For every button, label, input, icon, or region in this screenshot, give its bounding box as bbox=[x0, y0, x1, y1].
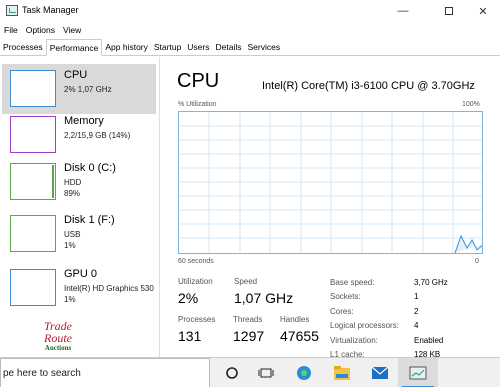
tab-performance[interactable]: Performance bbox=[45, 39, 103, 56]
speed-label: Speed bbox=[234, 277, 258, 286]
logical-processors-label: Logical processors: bbox=[330, 321, 399, 330]
sidebar-item-label: Disk 0 (C:) bbox=[64, 162, 116, 174]
sidebar-item-label: CPU bbox=[64, 69, 88, 81]
edge-browser-icon[interactable] bbox=[294, 363, 314, 383]
tab-services[interactable]: Services bbox=[244, 39, 283, 56]
graph-grid bbox=[179, 112, 482, 253]
sidebar-item-detail: Intel(R) HD Graphics 530 bbox=[64, 284, 154, 293]
processes-value: 131 bbox=[178, 328, 202, 344]
cpu-utilization-graph bbox=[178, 111, 483, 254]
graph-axis-label: % Utilization bbox=[178, 101, 217, 108]
window-title: Task Manager bbox=[22, 5, 79, 15]
task-manager-app-icon bbox=[6, 5, 18, 16]
logo-line-3: Auctions bbox=[44, 344, 72, 352]
sidebar-item-gpu0[interactable]: GPU 0 Intel(R) HD Graphics 530 1% bbox=[2, 263, 156, 313]
threads-value: 1297 bbox=[233, 328, 265, 344]
menu-view[interactable]: View bbox=[59, 23, 85, 37]
sidebar-item-usage: 1% bbox=[64, 241, 76, 250]
logical-processors-value: 4 bbox=[414, 321, 419, 330]
sidebar-item-disk0[interactable]: Disk 0 (C:) HDD 89% bbox=[2, 157, 156, 207]
sidebar-item-label: Disk 1 (F:) bbox=[64, 214, 115, 226]
menu-bar: File Options View bbox=[0, 23, 85, 37]
disk0-activity-bar bbox=[52, 165, 54, 198]
tab-bar: Processes Performance App history Startu… bbox=[0, 39, 500, 56]
sidebar-item-cpu[interactable]: CPU 2% 1,07 GHz bbox=[2, 64, 156, 114]
mail-icon[interactable] bbox=[370, 363, 390, 383]
sidebar-item-usage: 89% bbox=[64, 189, 81, 198]
title-bar: Task Manager — ✕ bbox=[0, 0, 500, 22]
handles-value: 47655 bbox=[280, 328, 319, 344]
cpu-usage-line bbox=[454, 234, 482, 253]
disk0-thumbnail-graph bbox=[10, 163, 56, 200]
tab-app-history[interactable]: App history bbox=[102, 39, 151, 56]
cpu-model-name: Intel(R) Core(TM) i3-6100 CPU @ 3.70GHz bbox=[262, 80, 475, 92]
maximize-button[interactable] bbox=[432, 0, 466, 22]
task-manager-taskbar-button[interactable] bbox=[398, 358, 438, 387]
sidebar-item-detail: HDD bbox=[64, 178, 82, 187]
close-button[interactable]: ✕ bbox=[466, 0, 500, 22]
cpu-thumbnail-graph bbox=[10, 70, 56, 107]
sidebar-item-disk1[interactable]: Disk 1 (F:) USB 1% bbox=[2, 209, 156, 259]
tab-users[interactable]: Users bbox=[184, 39, 212, 56]
base-speed-value: 3,70 GHz bbox=[414, 278, 448, 287]
performance-sidebar: CPU 2% 1,07 GHz Memory 2,2/15,9 GB (14%)… bbox=[0, 57, 160, 357]
cores-label: Cores: bbox=[330, 307, 354, 316]
menu-file[interactable]: File bbox=[0, 23, 22, 37]
graph-time-label: 60 seconds bbox=[178, 258, 214, 265]
logo-line-2: Route bbox=[44, 331, 72, 345]
processes-label: Processes bbox=[178, 315, 216, 324]
sidebar-item-usage: 1% bbox=[64, 295, 76, 304]
taskbar-search-box[interactable]: pe here to search bbox=[0, 358, 210, 387]
sidebar-item-detail: 2,2/15,9 GB (14%) bbox=[64, 131, 131, 140]
speed-value: 1,07 GHz bbox=[234, 290, 294, 306]
tab-processes[interactable]: Processes bbox=[0, 39, 46, 56]
sockets-label: Sockets: bbox=[330, 292, 361, 301]
maximize-icon bbox=[445, 7, 453, 15]
file-explorer-icon[interactable] bbox=[332, 363, 352, 383]
virtualization-label: Virtualization: bbox=[330, 336, 378, 345]
gpu-thumbnail-graph bbox=[10, 269, 56, 306]
memory-thumbnail-graph bbox=[10, 116, 56, 153]
windows-taskbar: pe here to search bbox=[0, 357, 500, 387]
disk1-thumbnail-graph bbox=[10, 215, 56, 252]
sidebar-item-label: Memory bbox=[64, 115, 104, 127]
menu-options[interactable]: Options bbox=[22, 23, 59, 37]
minimize-button[interactable]: — bbox=[386, 0, 420, 22]
trade-route-logo: Trade Route Auctions bbox=[28, 320, 88, 360]
graph-max-label: 100% bbox=[462, 101, 480, 108]
search-placeholder: pe here to search bbox=[3, 368, 81, 379]
sidebar-item-memory[interactable]: Memory 2,2/15,9 GB (14%) bbox=[2, 110, 156, 160]
cortana-icon[interactable] bbox=[222, 363, 242, 383]
task-manager-taskbar-icon bbox=[408, 363, 428, 383]
threads-label: Threads bbox=[233, 315, 263, 324]
sidebar-item-detail: USB bbox=[64, 230, 81, 239]
tab-startup[interactable]: Startup bbox=[151, 39, 184, 56]
cores-value: 2 bbox=[414, 307, 419, 316]
handles-label: Handles bbox=[280, 315, 310, 324]
graph-min-label: 0 bbox=[475, 258, 479, 265]
sockets-value: 1 bbox=[414, 292, 419, 301]
sidebar-item-detail: 2% 1,07 GHz bbox=[64, 85, 112, 94]
utilization-label: Utilization bbox=[178, 277, 213, 286]
tab-details[interactable]: Details bbox=[213, 39, 245, 56]
virtualization-value: Enabled bbox=[414, 336, 444, 345]
task-view-icon[interactable] bbox=[256, 363, 276, 383]
sidebar-item-label: GPU 0 bbox=[64, 268, 98, 280]
utilization-value: 2% bbox=[178, 290, 199, 306]
base-speed-label: Base speed: bbox=[330, 278, 375, 287]
page-title: CPU bbox=[177, 70, 220, 92]
